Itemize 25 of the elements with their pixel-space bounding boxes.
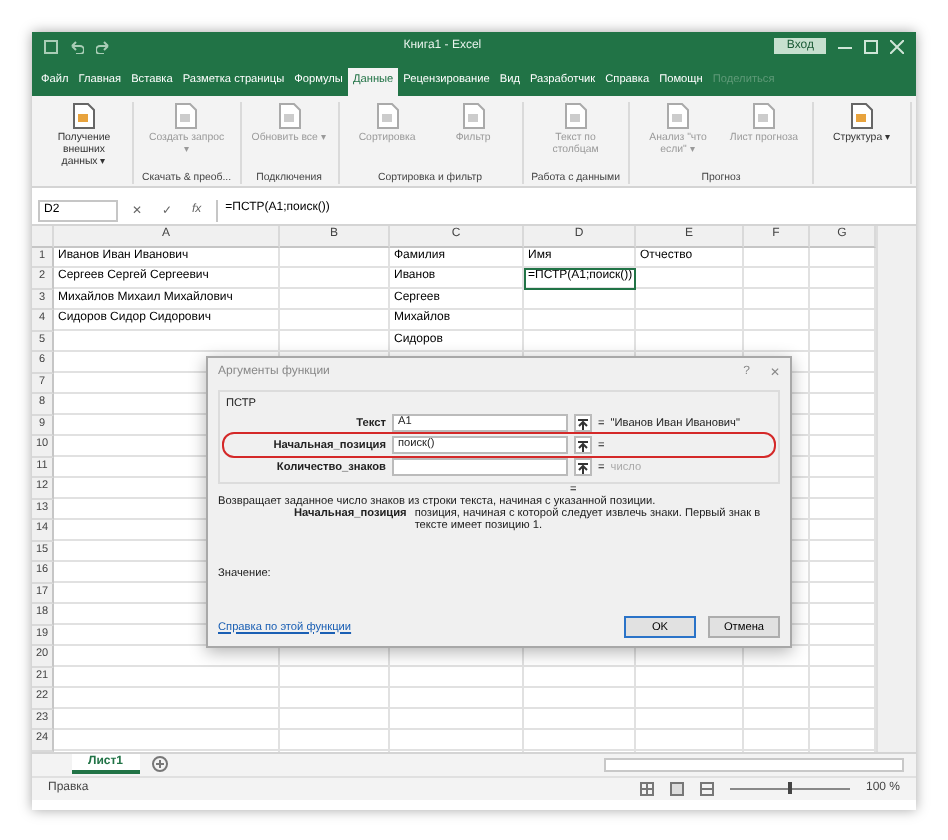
document-icon [752,102,776,130]
document-icon [277,102,302,130]
collapse-button[interactable] [574,436,592,454]
vertical-scrollbar[interactable] [876,226,916,751]
document-icon [666,102,690,130]
redo-icon[interactable] [96,39,110,53]
horizontal-scrollbar[interactable] [604,757,904,771]
save-icon[interactable] [44,39,58,53]
collapse-button[interactable] [574,414,592,432]
document-icon [563,102,588,130]
document-icon [461,102,486,130]
zoom-thumb[interactable] [787,782,792,794]
document-icon [72,102,96,130]
document-icon [850,102,874,130]
argument-field[interactable] [392,458,568,476]
collapse-button[interactable] [574,458,592,476]
add-sheet-icon[interactable] [151,756,168,772]
document-icon [375,102,400,130]
page-layout-icon[interactable] [669,781,684,795]
normal-view-icon[interactable] [639,781,654,795]
close-icon[interactable] [890,39,904,53]
maximize-icon[interactable] [864,39,878,53]
page-break-icon[interactable] [699,781,714,795]
document-icon [174,102,199,130]
undo-icon[interactable] [70,39,84,53]
